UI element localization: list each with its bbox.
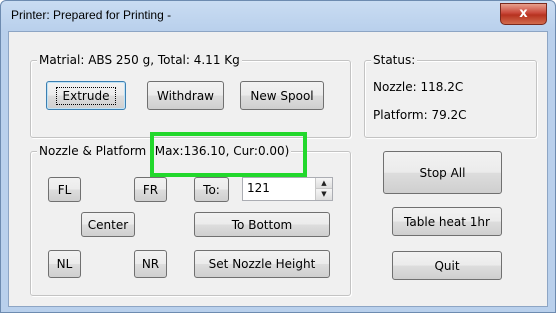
nl-button[interactable]: NL	[48, 250, 81, 278]
spin-up-icon[interactable]: ▲	[316, 178, 332, 189]
to-bottom-button-label: To Bottom	[231, 217, 293, 232]
center-button-label: Center	[87, 217, 129, 232]
to-button[interactable]: To:	[194, 177, 229, 202]
title-bar[interactable]: Printer: Prepared for Printing - x	[1, 1, 555, 33]
to-button-label: To:	[203, 182, 220, 197]
stop-all-button[interactable]: Stop All	[383, 151, 502, 194]
status-legend: Status:	[371, 53, 418, 67]
fl-button-label: FL	[57, 182, 72, 197]
nozzle-temperature: Nozzle: 118.2C	[373, 80, 464, 94]
withdraw-button[interactable]: Withdraw	[147, 81, 224, 110]
extrude-button-label: Extrude	[55, 86, 117, 105]
table-heat-button[interactable]: Table heat 1hr	[392, 207, 502, 236]
fr-button[interactable]: FR	[134, 177, 167, 202]
extrude-button[interactable]: Extrude	[46, 81, 126, 110]
nozzle-height-stepper[interactable]: 121 ▲ ▼	[242, 177, 333, 201]
close-button[interactable]: x	[500, 3, 547, 25]
window-title: Printer: Prepared for Printing -	[11, 8, 172, 22]
set-nozzle-height-button-label: Set Nozzle Height	[208, 257, 316, 271]
status-group: Status: Nozzle: 118.2C Platform: 79.2C	[364, 53, 537, 138]
nr-button[interactable]: NR	[134, 250, 167, 278]
fl-button[interactable]: FL	[48, 177, 81, 202]
quit-button[interactable]: Quit	[392, 251, 502, 280]
material-group: Matrial: ABS 250 g, Total: 4.11 Kg Extru…	[30, 53, 351, 138]
nozzle-height-value: 121	[247, 181, 270, 195]
new-spool-button-label: New Spool	[250, 88, 314, 103]
close-icon: x	[519, 6, 528, 21]
stop-all-button-label: Stop All	[419, 165, 466, 180]
nl-button-label: NL	[56, 257, 73, 271]
platform-temperature: Platform: 79.2C	[373, 108, 467, 122]
highlight-box	[150, 132, 307, 177]
material-legend: Matrial: ABS 250 g, Total: 4.11 Kg	[37, 53, 242, 67]
nr-button-label: NR	[141, 257, 160, 271]
table-heat-button-label: Table heat 1hr	[404, 214, 490, 229]
new-spool-button[interactable]: New Spool	[240, 81, 324, 110]
spin-buttons: ▲ ▼	[315, 178, 332, 200]
quit-button-label: Quit	[434, 258, 460, 273]
withdraw-button-label: Withdraw	[157, 88, 214, 103]
set-nozzle-height-button[interactable]: Set Nozzle Height	[194, 250, 330, 278]
center-button[interactable]: Center	[81, 212, 135, 237]
spin-down-icon[interactable]: ▼	[316, 189, 332, 200]
fr-button-label: FR	[142, 182, 159, 197]
to-bottom-button[interactable]: To Bottom	[194, 212, 330, 237]
